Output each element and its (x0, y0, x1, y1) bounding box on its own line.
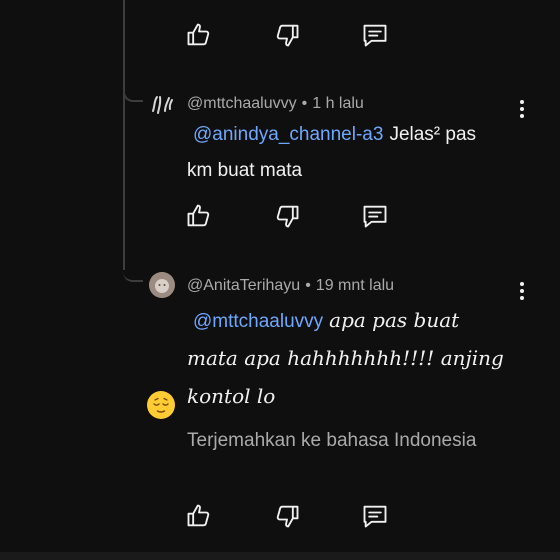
separator: • (301, 95, 308, 112)
comment-text-part: km buat mata (187, 160, 303, 181)
thumbs-down-icon (276, 24, 299, 47)
translate-link[interactable]: Terjemahkan ke bahasa Indonesia (187, 430, 476, 452)
avatar[interactable] (149, 91, 175, 117)
like-button[interactable] (184, 201, 214, 231)
comment-actions (184, 20, 448, 50)
avatar[interactable] (149, 272, 175, 298)
like-button[interactable] (184, 20, 214, 50)
reply-comment-icon (363, 505, 387, 528)
mention-link[interactable]: @anindya_channel-a3 (193, 124, 383, 145)
thumbs-down-icon (276, 505, 299, 528)
reply-comment-icon (363, 205, 387, 228)
author-name[interactable]: @mttchaaluvvy (187, 95, 297, 112)
comment-text: @anindya_channel-a3 Jelas² pas km buat ma… (187, 117, 527, 189)
dislike-button[interactable] (272, 501, 302, 531)
more-options-button[interactable] (514, 279, 530, 303)
dislike-button[interactable] (272, 201, 302, 231)
thumbs-up-icon (187, 504, 210, 527)
avatar-image (152, 96, 173, 114)
comment-header: @AnitaTerihayu • 19 mnt lalu (187, 277, 394, 295)
thread-line (123, 0, 125, 270)
relieved-face-emoji (147, 391, 175, 419)
comment-actions (184, 201, 448, 231)
mention-link[interactable]: @mttchaaluvvy (193, 311, 323, 332)
bottom-divider (0, 552, 560, 560)
timestamp[interactable]: 1 h lalu (312, 95, 364, 112)
separator: • (305, 277, 311, 294)
thread-branch (123, 270, 143, 282)
reply-comment-icon (363, 24, 387, 47)
thumbs-down-icon (276, 205, 299, 228)
timestamp[interactable]: 19 mnt lalu (316, 277, 394, 294)
thumbs-up-icon (187, 23, 210, 46)
thumbs-up-icon (187, 204, 210, 227)
thread-branch (123, 90, 143, 102)
comment-text-part: kontol lo (187, 384, 276, 408)
dislike-button[interactable] (272, 20, 302, 50)
comment-header: @mttchaaluvvy • 1 h lalu (187, 95, 364, 113)
author-name[interactable]: @AnitaTerihayu (187, 277, 300, 294)
comment-text-part: mata apa hahhhhhhh!!!! anjing (187, 346, 504, 370)
reply-button[interactable] (360, 20, 390, 50)
like-button[interactable] (184, 501, 214, 531)
reply-button[interactable] (360, 501, 390, 531)
comment-actions (184, 501, 448, 531)
comment-text: @mttchaaluvvy apa pas buat mata apa hahhh… (187, 302, 527, 416)
comment-text-part: Jelas² pas (389, 124, 477, 145)
comment-text-part: apa pas buat (329, 308, 460, 332)
avatar-image (149, 272, 175, 298)
reply-button[interactable] (360, 201, 390, 231)
